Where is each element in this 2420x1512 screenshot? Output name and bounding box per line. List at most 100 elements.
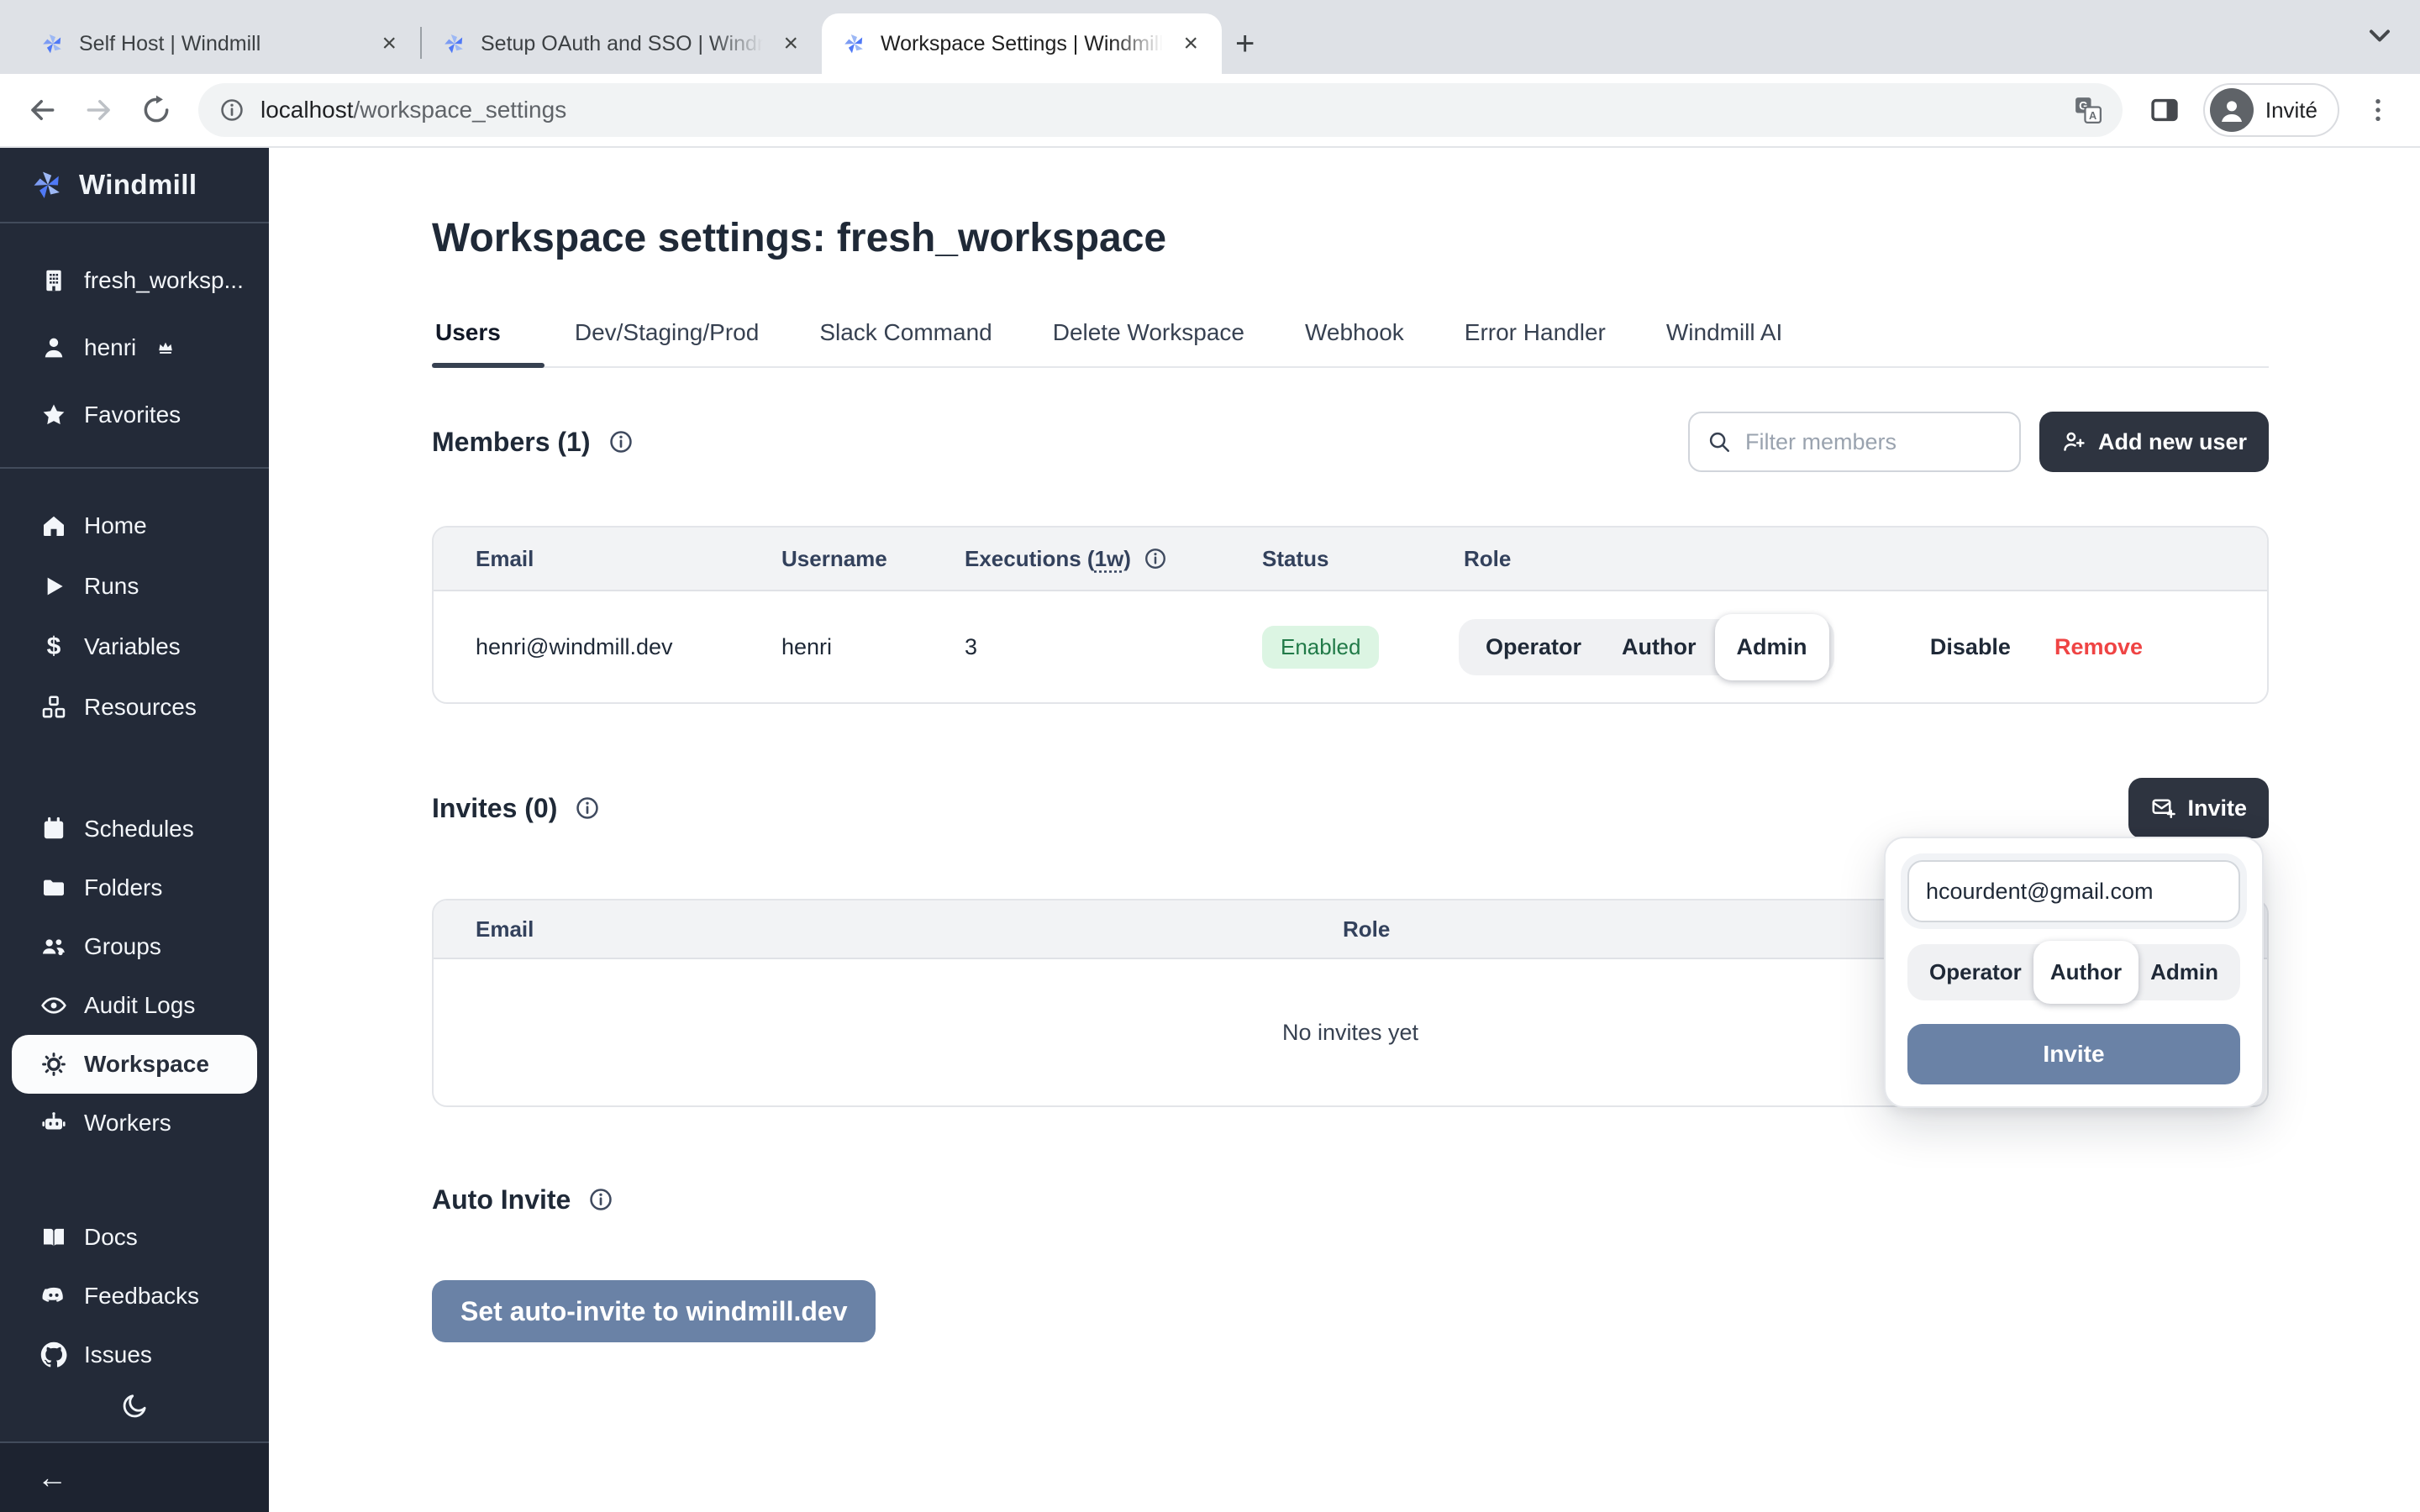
workspace-settings-page: Workspace settings: fresh_workspace User… xyxy=(269,148,2420,1512)
sidebar-item-favorites[interactable]: Favorites xyxy=(0,381,269,449)
invite-submit-button[interactable]: Invite xyxy=(1907,1024,2240,1084)
dark-mode-toggle[interactable] xyxy=(0,1384,269,1428)
tab-windmill-ai[interactable]: Windmill AI xyxy=(1636,309,1812,366)
translate-icon[interactable]: G A xyxy=(2074,96,2102,124)
tab-delete-workspace[interactable]: Delete Workspace xyxy=(1023,309,1275,366)
sidebar-item-schedules[interactable]: Schedules xyxy=(0,800,269,858)
sidebar-item-docs[interactable]: Docs xyxy=(0,1208,269,1267)
sidebar-item-feedbacks[interactable]: Feedbacks xyxy=(0,1267,269,1326)
tab-close-icon[interactable]: × xyxy=(1176,28,1205,60)
invite-role-author[interactable]: Author xyxy=(2033,941,2139,1004)
members-info-icon[interactable] xyxy=(608,428,634,455)
star-icon xyxy=(40,402,67,428)
sidebar-item-home[interactable]: Home xyxy=(0,496,269,556)
col-email: Email xyxy=(434,546,739,572)
sidebar-item-label: Docs xyxy=(84,1224,138,1251)
role-option-admin[interactable]: Admin xyxy=(1715,614,1829,680)
tab-webhook[interactable]: Webhook xyxy=(1275,309,1434,366)
windmill-favicon xyxy=(442,31,467,56)
sidebar-item-label: Schedules xyxy=(84,816,194,843)
forward-arrow-icon xyxy=(83,94,115,126)
folder-icon xyxy=(40,874,67,901)
divider xyxy=(0,467,269,469)
site-info-icon[interactable] xyxy=(218,97,245,123)
sidebar-item-label: Audit Logs xyxy=(84,992,195,1019)
back-button[interactable] xyxy=(17,85,67,135)
disable-button[interactable]: Disable xyxy=(1930,634,2011,660)
sidebar-item-label: fresh_worksp... xyxy=(84,267,244,294)
remove-button[interactable]: Remove xyxy=(2054,634,2143,660)
address-bar[interactable]: localhost/workspace_settings G A xyxy=(198,83,2123,137)
tab-close-icon[interactable]: × xyxy=(375,28,403,60)
invites-heading: Invites (0) xyxy=(432,793,557,824)
auto-invite-info-icon[interactable] xyxy=(587,1186,614,1213)
reload-button[interactable] xyxy=(131,85,182,135)
dollar-icon: $ xyxy=(40,633,67,660)
book-icon xyxy=(40,1224,67,1251)
invite-role-operator[interactable]: Operator xyxy=(1916,951,2035,994)
filter-members-input[interactable] xyxy=(1745,429,2002,455)
auto-invite-heading: Auto Invite xyxy=(432,1184,571,1215)
gear-icon xyxy=(40,1051,67,1078)
sidebar-item-label: Home xyxy=(84,512,147,539)
sidebar-item-label: Workers xyxy=(84,1110,171,1137)
set-auto-invite-button[interactable]: Set auto-invite to windmill.dev xyxy=(432,1280,876,1342)
browser-tab-oauth-sso[interactable]: Setup OAuth and SSO | Windm × xyxy=(422,13,822,74)
sidebar-item-workers[interactable]: Workers xyxy=(0,1094,269,1152)
browser-tab-workspace-settings[interactable]: Workspace Settings | Windmill × xyxy=(822,13,1222,74)
invite-role-admin[interactable]: Admin xyxy=(2137,951,2232,994)
app-frame: Windmill fresh_worksp... henri xyxy=(0,148,2420,1512)
github-icon xyxy=(40,1341,67,1368)
tab-users[interactable]: Users xyxy=(432,309,544,366)
invite-button[interactable]: Invite xyxy=(2128,778,2269,838)
invite-email-input[interactable] xyxy=(1907,860,2240,922)
role-option-author[interactable]: Author xyxy=(1602,626,1716,669)
browser-window: Self Host | Windmill × Setup OAuth and S… xyxy=(0,0,2420,1512)
executions-info-icon[interactable] xyxy=(1143,546,1168,571)
sidebar-item-resources[interactable]: Resources xyxy=(0,677,269,738)
sidebar-item-runs[interactable]: Runs xyxy=(0,556,269,617)
browser-tab-self-host[interactable]: Self Host | Windmill × xyxy=(20,13,420,74)
members-table-header: Email Username Executions (1w) Status Ro… xyxy=(434,528,2267,591)
add-new-user-button[interactable]: Add new user xyxy=(2039,412,2269,472)
col-email: Email xyxy=(434,916,1301,942)
browser-tab-strip: Self Host | Windmill × Setup OAuth and S… xyxy=(0,0,2420,74)
sidebar-item-groups[interactable]: Groups xyxy=(0,917,269,976)
member-row: henri@windmill.dev henri 3 Enabled Opera… xyxy=(434,591,2267,702)
calendar-icon xyxy=(40,816,67,843)
sidebar-item-label: Runs xyxy=(84,573,139,600)
tab-slack-command[interactable]: Slack Command xyxy=(789,309,1022,366)
tab-search-chevron-icon[interactable] xyxy=(2363,18,2396,52)
sidebar-item-label: henri xyxy=(84,334,136,361)
collapse-sidebar-icon[interactable]: ← xyxy=(37,1460,67,1495)
forward-button[interactable] xyxy=(74,85,124,135)
member-email: henri@windmill.dev xyxy=(434,634,739,660)
member-role-cell: Operator Author Admin Disable Remove xyxy=(1422,619,2267,675)
role-option-operator[interactable]: Operator xyxy=(1465,626,1602,669)
sidebar-item-audit-logs[interactable]: Audit Logs xyxy=(0,976,269,1035)
tab-error-handler[interactable]: Error Handler xyxy=(1434,309,1636,366)
tab-close-icon[interactable]: × xyxy=(776,28,805,60)
moon-icon xyxy=(120,1392,149,1420)
col-username: Username xyxy=(739,546,923,572)
sidebar-item-workspace[interactable]: Workspace xyxy=(12,1035,257,1094)
tab-dev-staging-prod[interactable]: Dev/Staging/Prod xyxy=(544,309,789,366)
new-tab-button[interactable]: + xyxy=(1235,27,1255,60)
invites-info-icon[interactable] xyxy=(574,795,601,822)
crown-icon xyxy=(156,339,175,357)
profile-chip[interactable]: Invité xyxy=(2203,83,2339,137)
sidebar-item-folders[interactable]: Folders xyxy=(0,858,269,917)
windmill-logo[interactable]: Windmill xyxy=(0,148,269,222)
sidebar-item-issues[interactable]: Issues xyxy=(0,1326,269,1384)
url-text: localhost/workspace_settings xyxy=(260,97,566,123)
windmill-favicon xyxy=(842,31,867,56)
auto-invite-header: Auto Invite xyxy=(432,1169,2269,1230)
browser-menu-button[interactable] xyxy=(2353,85,2403,135)
sidebar-item-variables[interactable]: $ Variables xyxy=(0,617,269,677)
filter-members-box[interactable] xyxy=(1688,412,2021,472)
side-panel-button[interactable] xyxy=(2139,85,2190,135)
sidebar-item-label: Favorites xyxy=(84,402,181,428)
sidebar-item-workspace-switcher[interactable]: fresh_worksp... xyxy=(0,247,269,314)
sidebar-item-user-menu[interactable]: henri xyxy=(0,314,269,381)
settings-tab-bar: Users Dev/Staging/Prod Slack Command Del… xyxy=(432,309,2269,368)
